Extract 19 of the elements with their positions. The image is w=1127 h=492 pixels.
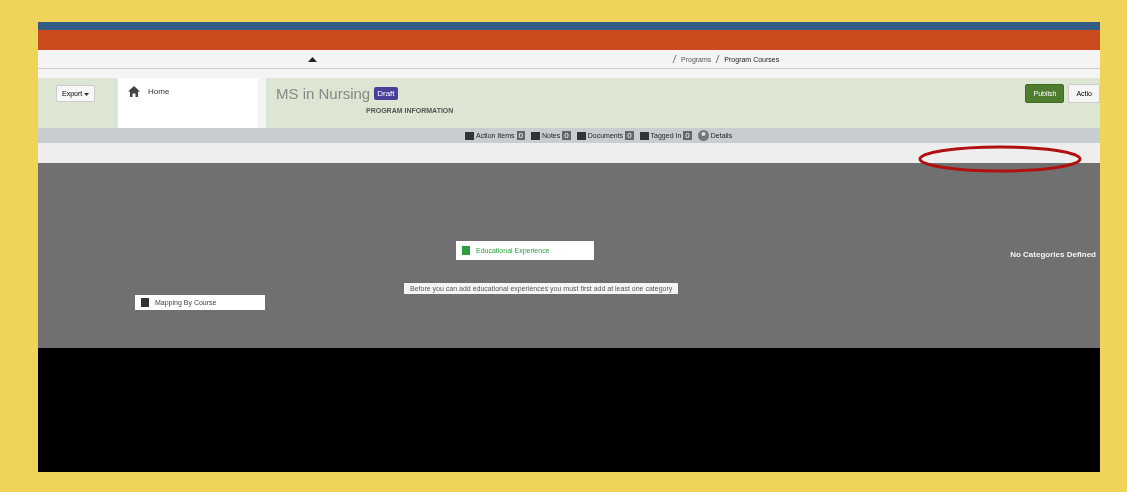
count-badge: 0 [562, 131, 571, 140]
nav-item[interactable]: Home [128, 86, 248, 97]
status-badge: Draft [374, 87, 398, 100]
square-icon [141, 298, 149, 307]
caret-down-icon [84, 92, 90, 96]
avatar-icon [697, 130, 709, 141]
empty-state-text: No Categories Defined [1010, 250, 1096, 259]
tab-icon [530, 131, 540, 140]
tab-icon [465, 131, 474, 140]
count-badge: 0 [625, 131, 634, 140]
home-icon [128, 86, 140, 97]
count-badge: 0 [516, 131, 525, 140]
tab-icon [639, 131, 649, 140]
nav-label: Home [148, 87, 170, 96]
program-title: MS in Nursing [276, 85, 371, 102]
count-badge: 0 [683, 131, 692, 140]
tab-icon [576, 131, 586, 140]
caret-up-icon[interactable] [308, 56, 317, 62]
square-icon [462, 246, 470, 255]
